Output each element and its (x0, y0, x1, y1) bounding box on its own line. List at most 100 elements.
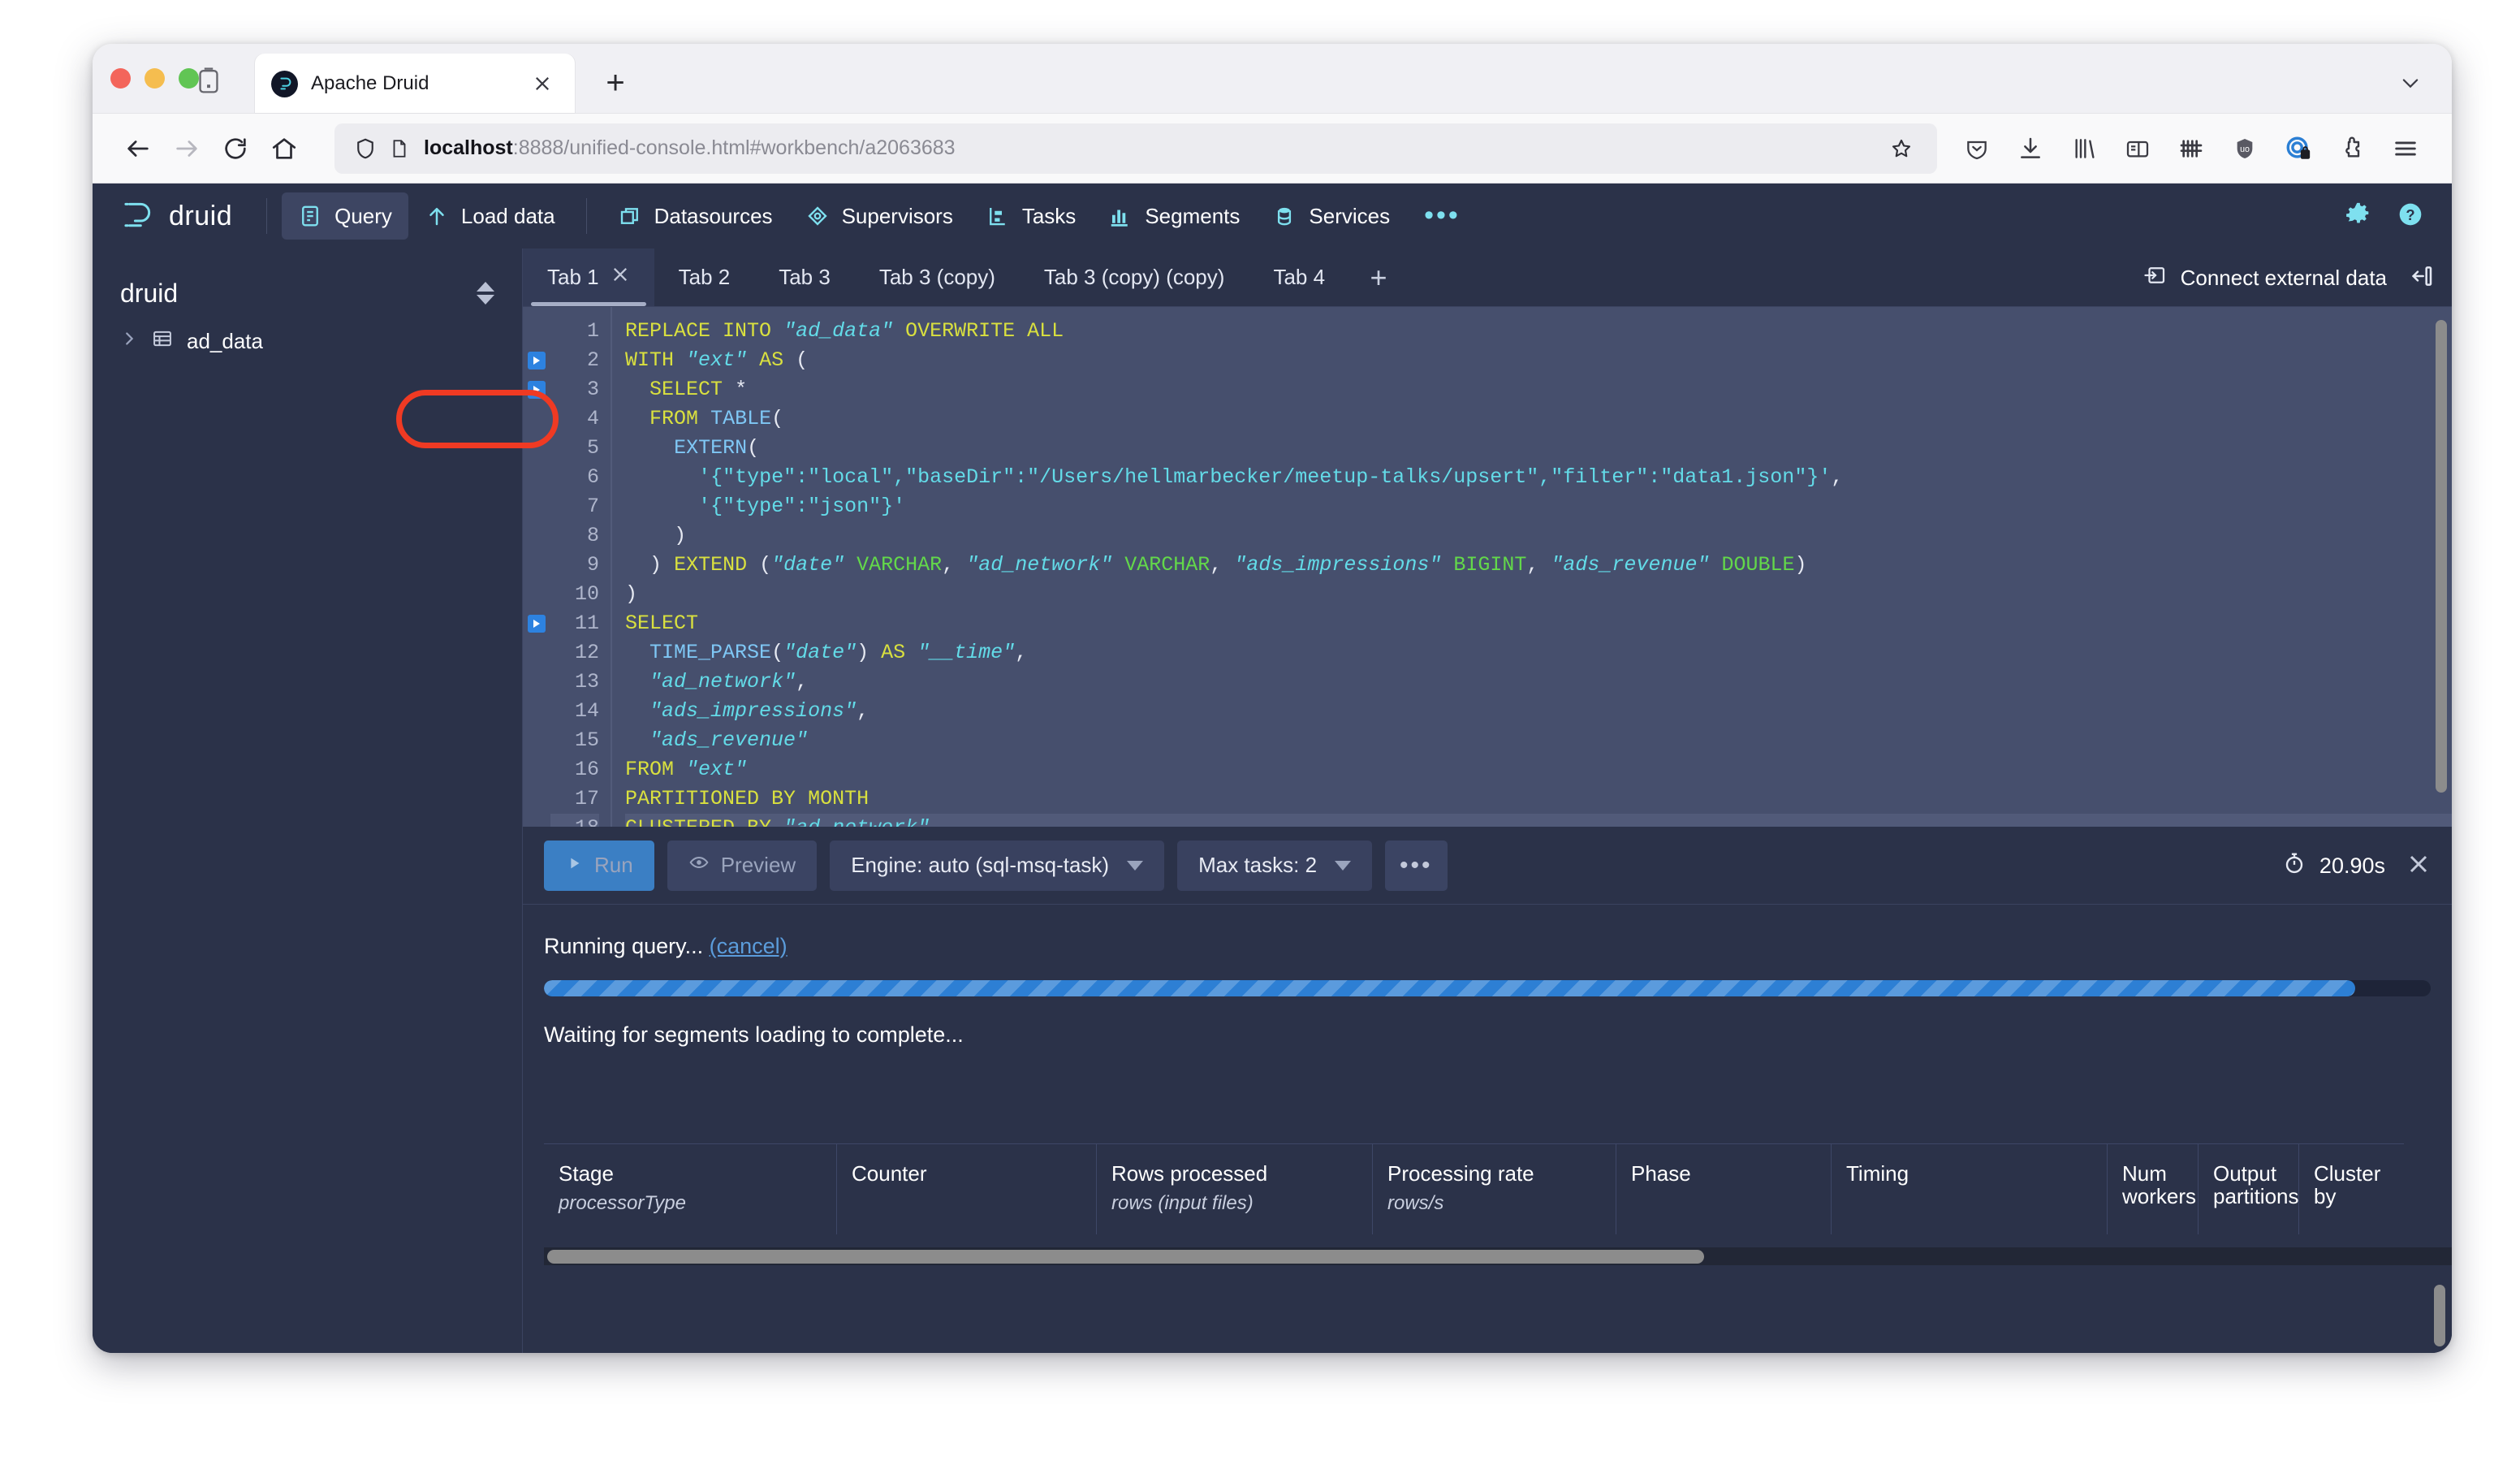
sort-icon[interactable] (477, 282, 494, 305)
run-line-marker[interactable] (523, 346, 550, 375)
nav-item-label: Services (1309, 203, 1391, 228)
star-icon[interactable] (1879, 136, 1924, 161)
window-minimize-button[interactable] (145, 68, 165, 89)
nav-item-tasks[interactable]: Tasks (969, 192, 1092, 240)
connect-external-data-button[interactable]: Connect external data (2143, 263, 2387, 293)
druid-logo-icon (120, 196, 158, 237)
run-button[interactable]: Run (544, 840, 654, 891)
gutter-spacer (523, 492, 550, 521)
query-tab-3-copy[interactable]: Tab 3 (copy) (855, 248, 1020, 306)
nav-item-label: Load data (460, 203, 555, 228)
stage-table-column-header[interactable]: Stage processorType (544, 1143, 836, 1234)
privacy-badger-icon[interactable] (2273, 125, 2324, 172)
column-header-label: Timing (1846, 1161, 1909, 1186)
stage-table-column-header[interactable]: Rows processed rows (input files) (1096, 1143, 1372, 1234)
query-tab-1[interactable]: Tab 1 (523, 248, 654, 306)
line-number: 5 (586, 436, 599, 460)
help-icon[interactable]: ? (2397, 201, 2424, 232)
nav-more-button[interactable]: ••• (1406, 201, 1478, 229)
engine-select[interactable]: Engine: auto (sql-msq-task) (830, 840, 1165, 891)
query-waiting-text: Waiting for segments loading to complete… (544, 1022, 964, 1047)
containers-icon[interactable] (2166, 125, 2216, 172)
max-tasks-select[interactable]: Max tasks: 2 (1177, 840, 1373, 891)
nav-item-supervisors[interactable]: Supervisors (789, 192, 969, 240)
druid-nav-bar: druid Query Load data Datasources Superv… (93, 184, 2452, 248)
library-icon[interactable] (2059, 125, 2109, 172)
nav-item-label: Query (334, 203, 392, 228)
add-query-tab-button[interactable]: + (1349, 248, 1408, 306)
code-line: EXTERN( (674, 436, 760, 460)
sidebar-icon[interactable] (2112, 125, 2163, 172)
line-number: 17 (574, 787, 599, 810)
query-run-toolbar-right: 20.90s (2282, 827, 2431, 905)
gutter-spacer (523, 668, 550, 697)
close-icon[interactable] (611, 265, 630, 290)
table-icon (151, 327, 174, 356)
datasources-icon (618, 204, 642, 228)
chevron-down-icon (1127, 860, 1144, 871)
gutter-spacer (523, 317, 550, 346)
chevron-right-icon[interactable] (120, 330, 138, 353)
close-results-icon[interactable] (2406, 852, 2431, 880)
code-line: FROM TABLE( (649, 407, 784, 430)
browser-nav-bar: localhost:8888/unified-console.html#work… (93, 114, 2452, 184)
editor-code[interactable]: REPLACE INTO "ad_data" OVERWRITE ALL WITH… (612, 307, 2452, 827)
connect-external-data-label: Connect external data (2180, 265, 2387, 290)
run-line-marker[interactable] (523, 375, 550, 404)
query-tab-4[interactable]: Tab 4 (1249, 248, 1349, 306)
stage-table-column-header[interactable]: Cluster by (2298, 1143, 2404, 1234)
editor-vertical-scrollbar[interactable] (2436, 315, 2447, 817)
nav-item-datasources[interactable]: Datasources (602, 192, 789, 240)
query-tab-3[interactable]: Tab 3 (754, 248, 855, 306)
nav-item-load-data[interactable]: Load data (408, 192, 572, 240)
stage-table-horizontal-scrollbar[interactable] (544, 1247, 2452, 1265)
forward-arrow-icon[interactable] (162, 124, 211, 173)
extension-puzzle-icon[interactable] (2327, 125, 2377, 172)
query-tab-strip: Tab 1 Tab 2 Tab 3 Tab 3 (copy) Tab 3 (co… (523, 248, 2452, 307)
app-menu-icon[interactable] (2380, 125, 2431, 172)
query-tab-3-copy-copy[interactable]: Tab 3 (copy) (copy) (1020, 248, 1249, 306)
ublock-shield-icon[interactable]: uo (2220, 125, 2270, 172)
gear-icon[interactable] (2345, 201, 2372, 232)
code-line: CLUSTERED BY "ad_network" (625, 814, 2452, 827)
chevron-down-icon[interactable] (2392, 67, 2429, 99)
url-text: localhost:8888/unified-console.html#work… (416, 136, 1879, 160)
browser-tab[interactable]: Apache Druid (255, 54, 575, 114)
window-close-button[interactable] (110, 68, 131, 89)
collapse-panel-icon[interactable] (2408, 263, 2434, 293)
sql-editor[interactable]: 123456789101112131415161718 REPLACE INTO… (523, 307, 2452, 827)
home-icon[interactable] (260, 124, 309, 173)
run-line-marker[interactable] (523, 609, 550, 638)
gutter-spacer (523, 814, 550, 827)
query-status: Running query... (cancel) (544, 905, 2431, 959)
stage-table-column-header[interactable]: Num workers (2107, 1143, 2198, 1234)
stage-table-column-header[interactable]: Processing rate rows/s (1372, 1143, 1616, 1234)
back-arrow-icon[interactable] (114, 124, 162, 173)
druid-logo[interactable]: druid (120, 196, 232, 237)
preview-button[interactable]: Preview (667, 840, 818, 891)
line-number: 13 (574, 670, 599, 694)
code-line: REPLACE INTO "ad_data" OVERWRITE ALL (625, 319, 1064, 343)
nav-item-segments[interactable]: Segments (1092, 192, 1256, 240)
stage-table-column-header[interactable]: Phase (1616, 1143, 1831, 1234)
sidebar-item-ad-data[interactable]: ad_data (93, 317, 522, 365)
close-icon[interactable] (526, 67, 559, 100)
more-options-button[interactable]: ••• (1385, 840, 1448, 891)
stage-table-column-header[interactable]: Output partitions (2198, 1143, 2298, 1234)
downloads-icon[interactable] (2005, 125, 2056, 172)
new-tab-button[interactable]: + (598, 65, 633, 101)
stage-table-column-header[interactable]: Counter (836, 1143, 1096, 1234)
stage-table-column-header[interactable]: Timing (1831, 1143, 2107, 1234)
query-tab-2[interactable]: Tab 2 (654, 248, 755, 306)
pocket-icon[interactable] (1952, 125, 2002, 172)
shield-icon[interactable] (347, 136, 383, 161)
nav-item-query[interactable]: Query (282, 192, 408, 240)
line-number: 8 (586, 524, 599, 547)
query-tab-strip-actions: Connect external data (2143, 248, 2434, 307)
cancel-query-link[interactable]: (cancel) (710, 934, 788, 958)
list-all-tabs-icon[interactable] (196, 67, 222, 94)
results-vertical-scrollbar[interactable] (2434, 1285, 2445, 1346)
url-bar[interactable]: localhost:8888/unified-console.html#work… (334, 123, 1937, 174)
reload-icon[interactable] (211, 124, 260, 173)
nav-item-services[interactable]: Services (1256, 192, 1406, 240)
